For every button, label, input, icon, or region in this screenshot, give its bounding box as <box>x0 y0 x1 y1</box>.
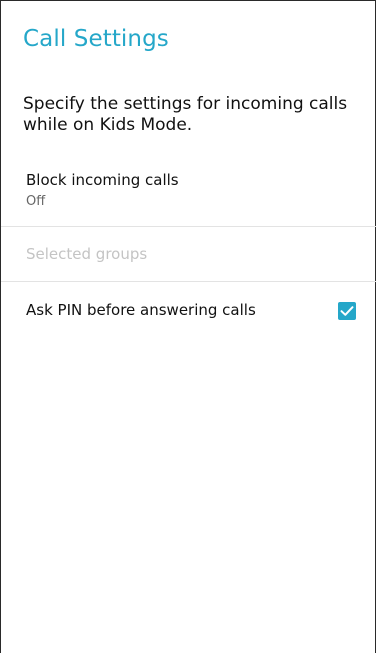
block-incoming-calls-setting[interactable]: Block incoming calls Off <box>1 161 376 226</box>
ask-pin-setting[interactable]: Ask PIN before answering calls <box>1 282 376 338</box>
check-icon <box>340 306 354 316</box>
selected-groups-setting: Selected groups <box>1 227 376 281</box>
screen-frame: Call Settings Specify the settings for i… <box>0 0 376 653</box>
settings-description: Specify the settings for incoming calls … <box>23 94 348 135</box>
ask-pin-label: Ask PIN before answering calls <box>26 301 256 319</box>
page-title: Call Settings <box>23 26 169 52</box>
selected-groups-label: Selected groups <box>26 245 148 263</box>
block-incoming-calls-value: Off <box>26 194 46 209</box>
ask-pin-checkbox[interactable] <box>338 302 356 320</box>
block-incoming-calls-label: Block incoming calls <box>26 171 179 189</box>
